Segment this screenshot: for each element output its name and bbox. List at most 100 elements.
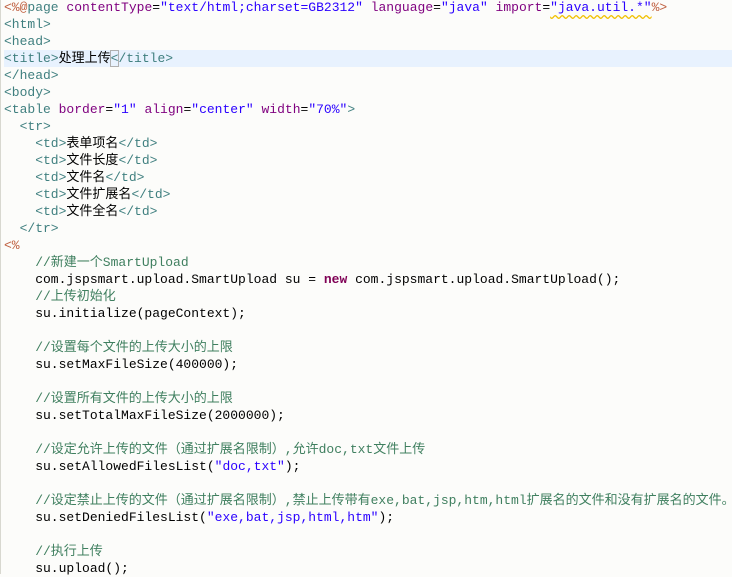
code-token: %> [651,0,668,15]
code-token: </td> [105,170,145,185]
code-token: page [27,0,59,15]
code-line[interactable]: <table border="1" align="center" width="… [4,101,732,118]
code-token: </td> [131,187,171,202]
code-token: /title> [118,51,174,66]
code-token: "java.util.*" [550,0,652,15]
code-line[interactable]: <td>表单项名</td> [4,135,732,152]
code-token: su.setMaxFileSize(400000); [4,357,239,372]
code-token: ); [284,459,301,474]
code-line[interactable]: </tr> [4,220,732,237]
code-line[interactable]: //设定禁止上传的文件（通过扩展名限制）,禁止上传带有exe,bat,jsp,h… [4,492,732,509]
code-token: su.initialize(pageContext); [4,306,246,321]
code-token: <body> [4,85,51,100]
code-token: "text/html;charset=GB2312" [160,0,363,15]
code-line[interactable]: <head> [4,33,732,50]
code-line[interactable]: <td>文件长度</td> [4,152,732,169]
code-token: "java" [440,0,488,15]
code-token: border [50,102,106,117]
code-line[interactable]: <html> [4,16,732,33]
code-token: language [362,0,434,15]
code-token: <tr> [4,119,51,134]
code-line[interactable] [4,424,732,441]
code-line[interactable]: com.jspsmart.upload.SmartUpload su = new… [4,271,732,288]
code-line[interactable] [4,322,732,339]
code-token: 文件扩展名 [66,187,132,202]
code-token: <table [4,102,51,117]
code-token: 文件全名 [66,204,119,219]
code-token: su.setTotalMaxFileSize(2000000); [4,408,285,423]
code-token: align [136,102,184,117]
code-line[interactable]: <td>文件扩展名</td> [4,186,732,203]
code-token: <% [4,238,20,253]
code-line[interactable]: </head> [4,67,732,84]
code-line[interactable] [4,475,732,492]
code-line[interactable]: <body> [4,84,732,101]
code-area[interactable]: <%@page contentType="text/html;charset=G… [1,0,732,577]
code-token: <td> [4,187,67,202]
code-token: = [433,0,441,15]
code-line[interactable]: su.upload(); [4,560,732,577]
code-token: 文件长度 [66,153,119,168]
code-token: </td> [118,136,158,151]
code-token: width [253,102,301,117]
code-token: "center" [191,102,254,117]
code-line[interactable]: <tr> [4,118,732,135]
code-token: <td> [4,136,67,151]
code-token: import [487,0,543,15]
code-line[interactable]: su.setMaxFileSize(400000); [4,356,732,373]
code-token: <head> [4,34,51,49]
code-token: "70%" [308,102,348,117]
code-line[interactable]: //设置每个文件的上传大小的上限 [4,339,732,356]
code-token: 处理上传 [58,51,111,66]
code-line[interactable]: su.initialize(pageContext); [4,305,732,322]
code-line[interactable]: su.setDeniedFilesList("exe,bat,jsp,html,… [4,509,732,526]
code-token: </td> [118,204,158,219]
code-line[interactable]: //新建一个SmartUpload [4,254,732,271]
code-token: su.setDeniedFilesList( [4,510,207,525]
code-token: <td> [4,170,67,185]
code-line[interactable]: <td>文件全名</td> [4,203,732,220]
code-token: </td> [118,153,158,168]
code-token: contentType [58,0,153,15]
code-token: = [152,0,161,15]
code-token: //新建一个SmartUpload [4,255,189,270]
code-token: com.jspsmart.upload.SmartUpload su = [4,272,324,287]
code-token: "doc,txt" [214,459,285,474]
code-token: "exe,bat,jsp,html,htm" [206,510,379,525]
code-line[interactable]: //上传初始化 [4,288,732,305]
current-code-line[interactable]: <title>处理上传</title> [4,50,732,67]
code-token: 表单项名 [66,136,119,151]
code-token: <td> [4,153,67,168]
code-token: //设定允许上传的文件（通过扩展名限制）,允许doc,txt文件上传 [4,442,426,457]
code-line[interactable] [4,526,732,543]
code-token: //设置每个文件的上传大小的上限 [4,340,233,355]
code-token: su.setAllowedFilesList( [4,459,215,474]
code-token: <%@ [4,0,28,15]
code-line[interactable]: //执行上传 [4,543,732,560]
code-token: //设定禁止上传的文件（通过扩展名限制）,禁止上传带有exe,bat,jsp,h… [4,493,732,508]
code-line[interactable]: <% [4,237,732,254]
code-token: com.jspsmart.upload.SmartUpload(); [347,272,621,287]
code-token: > [347,102,356,117]
code-token: //设置所有文件的上传大小的上限 [4,391,233,406]
code-line[interactable]: <%@page contentType="text/html;charset=G… [4,0,732,16]
code-token: = [542,0,551,15]
code-line[interactable]: //设定允许上传的文件（通过扩展名限制）,允许doc,txt文件上传 [4,441,732,458]
code-token: //上传初始化 [4,289,116,304]
code-line[interactable]: su.setAllowedFilesList("doc,txt"); [4,458,732,475]
code-token: </head> [4,68,59,83]
code-token: "1" [113,102,137,117]
code-token: <html> [4,17,51,32]
code-token: </tr> [4,221,59,236]
code-line[interactable]: //设置所有文件的上传大小的上限 [4,390,732,407]
code-line[interactable]: su.setTotalMaxFileSize(2000000); [4,407,732,424]
code-token: <title> [4,51,59,66]
code-token: //执行上传 [4,544,103,559]
code-token: ); [378,510,395,525]
code-line[interactable] [4,373,732,390]
code-token: <td> [4,204,67,219]
code-editor[interactable]: <%@page contentType="text/html;charset=G… [0,0,732,577]
code-token: 文件名 [66,170,106,185]
code-token: new [323,272,348,287]
code-line[interactable]: <td>文件名</td> [4,169,732,186]
